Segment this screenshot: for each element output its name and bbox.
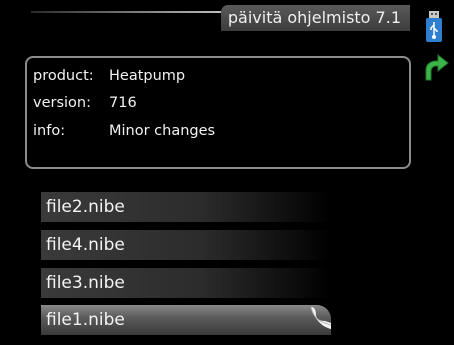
file-name: file3.nibe [46,273,125,293]
update-info-box: product: Heatpump version: 716 info: Min… [25,56,411,169]
usb-icon[interactable] [425,11,443,43]
title-bar: päivitä ohjelmisto 7.1 [0,0,454,40]
info-key: product: [33,68,94,84]
info-value: 716 [109,95,137,111]
file-name: file1.nibe [46,310,125,330]
file-name: file4.nibe [46,235,125,255]
file-list-item[interactable]: file4.nibe [41,230,331,260]
green-arrow-back-icon[interactable] [423,52,449,82]
file-list-item[interactable]: file2.nibe [41,192,331,222]
page-fold-icon [310,306,331,329]
info-key: info: [33,123,66,139]
file-name: file2.nibe [46,197,125,217]
page-title: päivitä ohjelmisto 7.1 [221,5,410,31]
info-value: Minor changes [109,123,216,139]
info-value: Heatpump [109,68,186,84]
info-key: version: [33,95,91,111]
file-list-item-selected[interactable]: file1.nibe [41,305,331,335]
title-divider [31,11,221,13]
file-list-item[interactable]: file3.nibe [41,268,331,298]
